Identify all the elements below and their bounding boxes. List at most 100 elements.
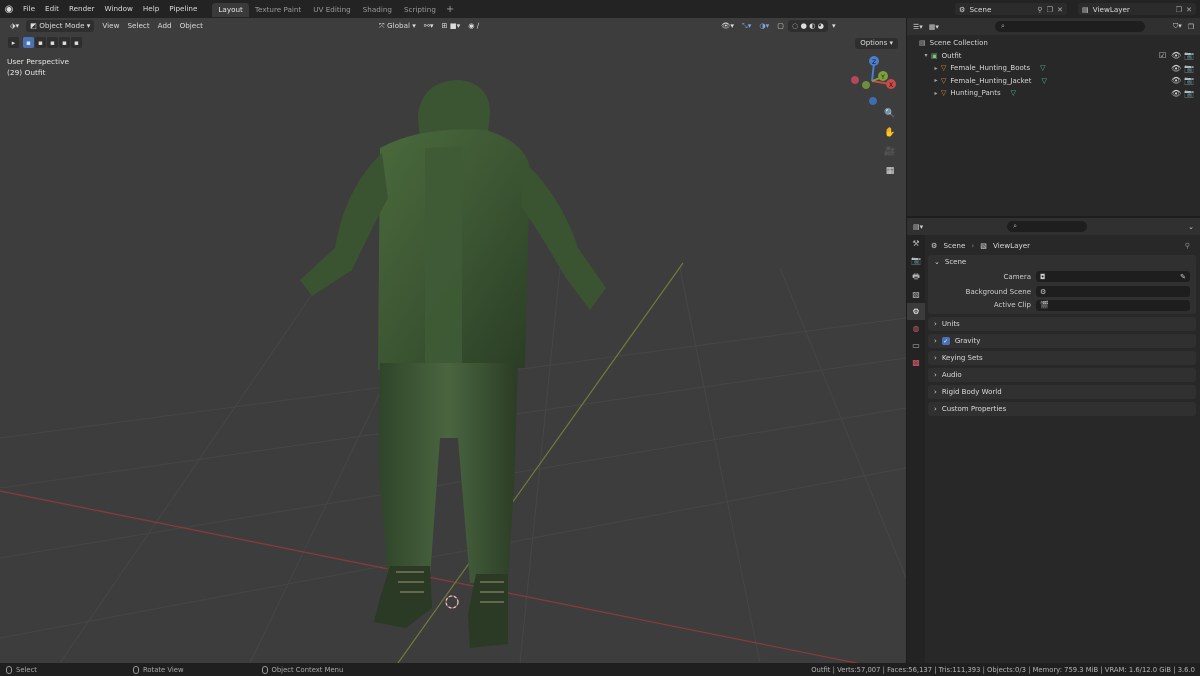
collection-tab-icon[interactable]: ▭ — [907, 337, 925, 354]
add-workspace-icon[interactable]: + — [442, 4, 458, 15]
tab-texture-paint[interactable]: Texture Paint — [249, 3, 307, 17]
rigid-body-world-panel[interactable]: › Rigid Body World — [928, 385, 1196, 399]
active-clip-field[interactable]: 🎬 — [1036, 299, 1190, 311]
tree-row-scene-collection[interactable]: ▤ Scene Collection — [907, 37, 1200, 50]
menu-add[interactable]: Add — [154, 20, 176, 32]
expand-icon[interactable]: ▾ — [921, 52, 931, 59]
menu-pipeline[interactable]: Pipeline — [164, 0, 202, 18]
texture-tab-icon[interactable]: ▩ — [907, 354, 925, 371]
properties-header: ▤▾ ⌕ ⌄ — [907, 218, 1200, 235]
tree-row-pants[interactable]: ▸ ▽ Hunting_Pants ▽ 👁 📷 — [907, 87, 1200, 100]
expand-icon[interactable]: ▸ — [931, 65, 941, 72]
shading-modes[interactable]: ◌ ● ◐ ◕ — [788, 20, 828, 32]
render-tab-icon[interactable]: 📷 — [907, 252, 925, 269]
new-collection-icon[interactable]: ❐ — [1188, 23, 1194, 31]
view-layer-tab-icon[interactable]: ▧ — [907, 286, 925, 303]
tab-scripting[interactable]: Scripting — [398, 3, 442, 17]
gravity-panel[interactable]: › ✓ Gravity — [928, 334, 1196, 348]
exclude-checkbox-icon[interactable]: ☑ — [1159, 51, 1166, 60]
blender-logo-icon[interactable]: ◉ — [0, 0, 18, 18]
camera-icon[interactable]: 📷 — [1184, 64, 1194, 73]
eye-icon[interactable]: 👁 — [1171, 89, 1181, 98]
visibility-icon[interactable]: 👁▾ — [717, 20, 738, 32]
perspective-grid-icon[interactable]: ▦ — [882, 163, 898, 179]
menu-file[interactable]: File — [18, 0, 40, 18]
outliner-search-input[interactable]: ⌕ — [994, 21, 1145, 32]
3d-viewport[interactable]: Z X Y ⬗▾ ◩ Object Mode ▾ View Select Add… — [0, 18, 906, 663]
gravity-checkbox[interactable]: ✓ — [941, 337, 950, 345]
eye-icon[interactable]: 👁 — [1171, 64, 1181, 73]
menu-window[interactable]: Window — [100, 0, 138, 18]
tool-tab-icon[interactable]: ⚒ — [907, 235, 925, 252]
eye-icon[interactable]: 👁 — [1171, 76, 1181, 85]
menu-view[interactable]: View — [98, 20, 123, 32]
xray-toggle-icon[interactable]: ▢ — [773, 20, 788, 32]
zoom-icon[interactable]: 🔍 — [882, 106, 898, 122]
options-button[interactable]: Options ▾ — [855, 38, 898, 49]
copy-scene-icon[interactable]: ❐ — [1047, 5, 1053, 14]
editor-type-icon[interactable]: ⬗▾ — [6, 20, 23, 32]
scene-selector[interactable]: ⚙ Scene ⚲ ❐ ✕ — [955, 3, 1067, 15]
menu-render[interactable]: Render — [64, 0, 100, 18]
view-layer-selector[interactable]: ▤ ViewLayer ❐ ✕ — [1078, 3, 1196, 15]
select-tool-icon[interactable]: ▸ — [8, 37, 19, 48]
output-tab-icon[interactable]: 🖶 — [907, 269, 925, 286]
select-invert-icon[interactable]: ▪ — [59, 37, 70, 48]
pivot-icon[interactable]: ⚯▾ — [420, 20, 438, 32]
shading-options-icon[interactable]: ▾ — [828, 20, 840, 32]
units-panel[interactable]: › Units — [928, 317, 1196, 331]
select-intersect-icon[interactable]: ▪ — [71, 37, 82, 48]
camera-icon[interactable]: 📷 — [1184, 89, 1194, 98]
pin-icon[interactable]: ⚲ — [1037, 5, 1042, 14]
world-tab-icon[interactable]: ◍ — [907, 320, 925, 337]
expand-icon[interactable]: ▸ — [931, 77, 941, 84]
background-scene-field[interactable]: ⚙ — [1036, 286, 1190, 297]
proportional-edit-icon[interactable]: ◉ ∕ — [464, 20, 483, 32]
delete-view-layer-icon[interactable]: ✕ — [1186, 5, 1192, 14]
camera-field[interactable]: ◘ ✎ — [1036, 271, 1190, 282]
camera-view-icon[interactable]: 🎥 — [882, 144, 898, 160]
tab-shading[interactable]: Shading — [357, 3, 398, 17]
outliner-editor-icon[interactable]: ☰▾ — [913, 23, 923, 31]
copy-view-layer-icon[interactable]: ❐ — [1176, 5, 1182, 14]
menu-object[interactable]: Object — [176, 20, 207, 32]
camera-icon[interactable]: 📷 — [1184, 51, 1194, 60]
tree-row-boots[interactable]: ▸ ▽ Female_Hunting_Boots ▽ 👁 📷 — [907, 62, 1200, 75]
eyedropper-icon[interactable]: ✎ — [1180, 273, 1186, 281]
keying-sets-panel[interactable]: › Keying Sets — [928, 351, 1196, 365]
pan-hand-icon[interactable]: ✋ — [882, 125, 898, 141]
properties-search-input[interactable]: ⌕ — [1007, 221, 1088, 232]
audio-panel[interactable]: › Audio — [928, 368, 1196, 382]
properties-editor-icon[interactable]: ▤▾ — [913, 223, 923, 231]
menu-edit[interactable]: Edit — [40, 0, 64, 18]
3d-cursor[interactable] — [445, 595, 459, 609]
select-new-icon[interactable]: ▪ — [23, 37, 34, 48]
scene-icon: ⚙ — [931, 240, 938, 250]
orientation-selector[interactable]: ⤧ Global ▾ — [375, 20, 420, 32]
delete-scene-icon[interactable]: ✕ — [1057, 5, 1063, 14]
viewport-canvas[interactable]: Z X Y — [0, 18, 906, 663]
select-extend-icon[interactable]: ▪ — [35, 37, 46, 48]
custom-properties-panel[interactable]: › Custom Properties — [928, 402, 1196, 416]
tree-row-outfit[interactable]: ▾ ▣ Outfit ☑ 👁 📷 — [907, 50, 1200, 63]
tab-uv-editing[interactable]: UV Editing — [307, 3, 357, 17]
tab-layout[interactable]: Layout — [212, 3, 249, 17]
gizmo-toggle-icon[interactable]: ⤡▾ — [738, 20, 755, 32]
pin-icon[interactable]: ⚲ — [1185, 241, 1190, 250]
filter-icon[interactable]: ⛉▾ — [1173, 22, 1182, 31]
menu-select[interactable]: Select — [123, 20, 153, 32]
menu-help[interactable]: Help — [138, 0, 164, 18]
snap-icon[interactable]: ⊞ ■▾ — [438, 20, 465, 32]
overlay-toggle-icon[interactable]: ◑▾ — [755, 20, 773, 32]
scene-tab-icon[interactable]: ⚙ — [907, 303, 925, 320]
camera-icon[interactable]: 📷 — [1184, 76, 1194, 85]
navigation-gizmo[interactable]: Z X Y — [851, 56, 896, 105]
display-mode-icon[interactable]: ▦▾ — [929, 23, 939, 31]
eye-icon[interactable]: 👁 — [1171, 51, 1181, 60]
expand-icon[interactable]: ▸ — [931, 90, 941, 97]
mode-selector[interactable]: ◩ Object Mode ▾ — [26, 20, 95, 32]
tree-row-jacket[interactable]: ▸ ▽ Female_Hunting_Jacket ▽ 👁 📷 — [907, 75, 1200, 88]
scene-panel-header[interactable]: ⌄ Scene — [928, 255, 1196, 269]
select-subtract-icon[interactable]: ▪ — [47, 37, 58, 48]
chevron-down-icon[interactable]: ⌄ — [1188, 223, 1194, 231]
